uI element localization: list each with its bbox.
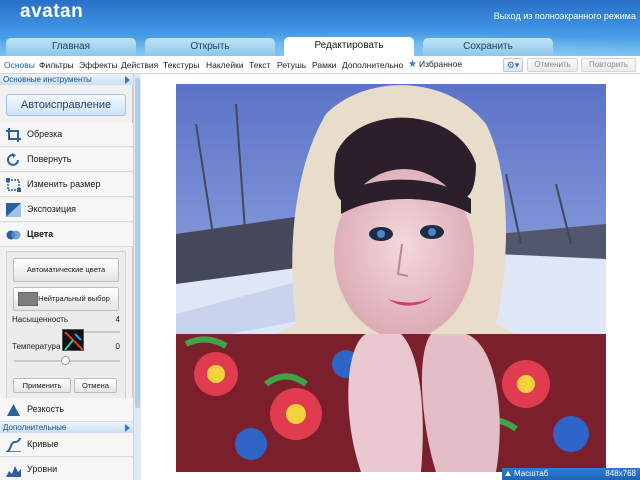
- zoom-status-bar[interactable]: Масштаб 848x768: [502, 468, 640, 480]
- tool-exposure[interactable]: Экспозиция: [0, 198, 133, 222]
- temperature-label: Температура: [12, 342, 61, 351]
- tool-rotate-label: Повернуть: [27, 154, 72, 164]
- temperature-swatch: [62, 329, 84, 351]
- section-basic-label: Основные инструменты: [3, 75, 92, 84]
- favorites-label: Избранное: [418, 59, 463, 69]
- panel-scrollbar-thumb[interactable]: [135, 78, 140, 408]
- cancel-button[interactable]: Отмена: [74, 378, 117, 393]
- app-logo: avatan: [20, 1, 84, 22]
- tab-edit[interactable]: Редактировать: [284, 37, 414, 57]
- tool-resize-label: Изменить размер: [27, 179, 101, 189]
- toolbar-stickers[interactable]: Наклейки: [206, 60, 244, 70]
- neutral-pick-label: Нейтральный выбор: [38, 294, 110, 303]
- resize-icon: [6, 178, 21, 192]
- tab-save[interactable]: Сохранить: [423, 38, 553, 56]
- exposure-icon: [6, 203, 21, 217]
- tool-sharpness-label: Резкость: [27, 404, 64, 414]
- tool-curves-label: Кривые: [27, 439, 59, 449]
- colors-icon: [6, 230, 21, 240]
- toolbar-effects[interactable]: Эффекты: [79, 60, 118, 70]
- toolbar-favorites[interactable]: ★ Избранное: [408, 59, 462, 70]
- levels-icon: [6, 466, 21, 477]
- tool-colors-label: Цвета: [27, 229, 54, 239]
- collapse-arrow-icon: [125, 424, 130, 432]
- image-size: 848x768: [605, 469, 636, 478]
- tab-home[interactable]: Главная: [6, 38, 136, 56]
- tool-crop[interactable]: Обрезка: [0, 123, 133, 147]
- auto-fix-button[interactable]: Автоисправление: [6, 94, 126, 116]
- toolbar-frames[interactable]: Рамки: [312, 60, 336, 70]
- temperature-value: 0: [115, 342, 120, 351]
- toolbar-text[interactable]: Текст: [249, 60, 270, 70]
- temperature-slider-knob[interactable]: [61, 356, 70, 365]
- rotate-icon: [7, 153, 19, 166]
- panel-scrollbar[interactable]: [133, 74, 141, 480]
- star-icon: ★: [408, 59, 417, 70]
- crop-icon: [6, 128, 21, 142]
- toolbar-retouch[interactable]: Ретушь: [277, 60, 306, 70]
- neutral-color-swatch: [18, 292, 38, 306]
- apply-button[interactable]: Применить: [13, 378, 71, 393]
- tool-curves[interactable]: Кривые: [0, 433, 133, 457]
- toolbar-textures[interactable]: Текстуры: [163, 60, 200, 70]
- exit-fullscreen-link[interactable]: Выход из полноэкранного режима: [494, 11, 636, 21]
- scale-label: Масштаб: [514, 469, 549, 478]
- section-extra-tools[interactable]: Дополнительные: [0, 423, 133, 433]
- portrait-photo-image: [176, 84, 606, 472]
- saturation-value: 4: [115, 315, 120, 324]
- saturation-label: Насыщенность: [12, 315, 69, 324]
- toolbar-basics[interactable]: Основы: [4, 60, 35, 70]
- tool-crop-label: Обрезка: [27, 129, 63, 139]
- toolbar-filters[interactable]: Фильтры: [39, 60, 74, 70]
- collapse-arrow-icon: [125, 76, 130, 84]
- section-extra-label: Дополнительные: [3, 423, 67, 432]
- gear-icon: ⚙▾: [506, 60, 520, 70]
- section-basic-tools[interactable]: Основные инструменты: [0, 75, 133, 85]
- tool-rotate[interactable]: Повернуть: [0, 148, 133, 172]
- tab-open[interactable]: Открыть: [145, 38, 275, 56]
- tool-resize[interactable]: Изменить размер: [0, 173, 133, 197]
- curves-icon: [6, 438, 21, 452]
- toolbar-actions[interactable]: Действия: [121, 60, 158, 70]
- temperature-gradient-icon: [64, 331, 83, 350]
- tool-levels[interactable]: Уровни: [0, 458, 133, 480]
- redo-button[interactable]: Повторить: [581, 58, 636, 72]
- undo-button[interactable]: Отменить: [527, 58, 578, 72]
- sharpness-icon: [7, 404, 20, 416]
- toolbar-additional[interactable]: Дополнительно: [342, 60, 403, 70]
- settings-gear-button[interactable]: ⚙▾: [503, 58, 523, 72]
- tool-colors[interactable]: Цвета: [0, 223, 133, 247]
- tool-sharpness[interactable]: Резкость: [0, 398, 133, 422]
- photo-preview[interactable]: [176, 84, 606, 472]
- tool-exposure-label: Экспозиция: [27, 204, 76, 214]
- auto-colors-button[interactable]: Автоматические цвета: [13, 258, 119, 282]
- scale-arrow-icon: [505, 471, 511, 476]
- tool-levels-label: Уровни: [27, 464, 58, 474]
